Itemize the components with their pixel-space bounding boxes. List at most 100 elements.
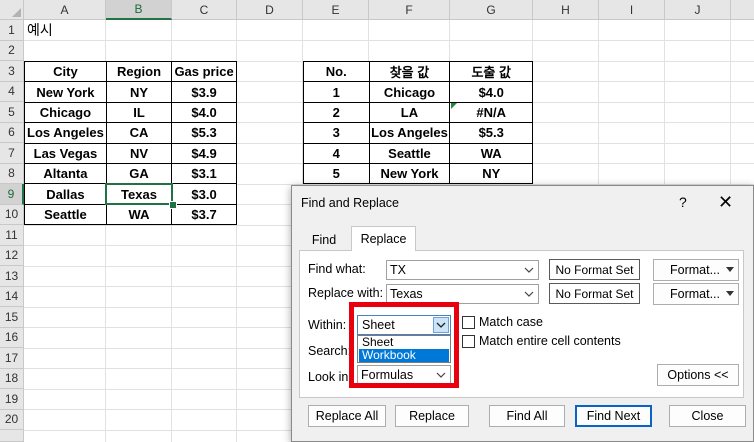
table-cell[interactable]: $5.3	[171, 122, 237, 144]
error-indicator-icon[interactable]	[451, 103, 457, 109]
row-header-2[interactable]: 2	[0, 40, 24, 61]
table-cell[interactable]: $3.0	[171, 183, 237, 205]
replace-with-input[interactable]: Texas	[386, 284, 539, 304]
row-header-1[interactable]: 1	[0, 20, 24, 41]
table-cell[interactable]: Los Angeles	[368, 122, 451, 144]
replace-button[interactable]: Replace	[395, 405, 469, 427]
table-cell[interactable]: IL	[105, 101, 173, 124]
table-cell[interactable]: 4	[303, 142, 370, 164]
fill-handle[interactable]	[169, 201, 177, 209]
row-header-6[interactable]: 6	[0, 122, 24, 143]
table-cell[interactable]: Seattle	[24, 203, 107, 226]
highlight-box	[349, 302, 459, 388]
close-icon[interactable]: ✕	[718, 192, 733, 212]
row-header-11[interactable]: 11	[0, 225, 24, 246]
column-header-a[interactable]: A	[24, 0, 106, 20]
row-header-21-partial[interactable]	[0, 430, 24, 442]
active-cell-b9[interactable]	[105, 183, 173, 205]
column-header-b[interactable]: B	[106, 0, 172, 20]
table-cell[interactable]: 5	[303, 162, 370, 185]
select-all-corner[interactable]	[0, 0, 24, 20]
table-cell[interactable]: NV	[105, 142, 173, 164]
header-cell[interactable]: 도출 값	[449, 60, 533, 83]
table-cell[interactable]: $4.9	[171, 142, 237, 164]
row-header-8[interactable]: 8	[0, 163, 24, 184]
header-cell[interactable]: Gas price	[171, 60, 237, 83]
table-cell[interactable]: WA	[105, 203, 173, 226]
table-cell[interactable]: WA	[449, 142, 533, 164]
column-header-h[interactable]: H	[533, 0, 599, 20]
table-cell[interactable]: Chicago	[368, 81, 451, 103]
table-cell[interactable]: $3.9	[171, 81, 237, 103]
column-header-k-partial[interactable]	[731, 0, 754, 20]
match-case-checkbox[interactable]	[462, 316, 475, 329]
row-header-14[interactable]: 14	[0, 286, 24, 307]
column-header-i[interactable]: I	[599, 0, 665, 20]
table-cell[interactable]: GA	[105, 162, 173, 185]
table-cell[interactable]: Chicago	[24, 101, 107, 124]
options-button[interactable]: Options <<	[657, 364, 739, 386]
table-cell[interactable]: 3	[303, 122, 370, 144]
row-header-15[interactable]: 15	[0, 307, 24, 328]
table-cell[interactable]: $4.0	[171, 101, 237, 124]
table-cell[interactable]: Dallas	[24, 183, 107, 205]
table-cell[interactable]: New York	[24, 81, 107, 103]
table-cell[interactable]: CA	[105, 122, 173, 144]
row-header-12[interactable]: 12	[0, 245, 24, 266]
chevron-down-icon[interactable]	[523, 288, 535, 300]
column-header-e[interactable]: E	[303, 0, 369, 20]
replace-format-button[interactable]: Format...	[653, 283, 739, 305]
table-cell[interactable]: Los Angeles	[24, 122, 107, 144]
match-entire-checkbox[interactable]	[462, 335, 475, 348]
close-button[interactable]: Close	[669, 405, 746, 427]
column-header-c[interactable]: C	[172, 0, 237, 20]
find-next-button[interactable]: Find Next	[575, 405, 652, 427]
table-cell[interactable]: $5.3	[449, 122, 533, 144]
table-cell[interactable]: $3.7	[171, 203, 237, 226]
chevron-down-icon[interactable]	[523, 264, 535, 276]
table-cell[interactable]: Seattle	[368, 142, 451, 164]
table-cell[interactable]: Las Vegas	[24, 142, 107, 164]
replace-with-label: Replace with:	[308, 286, 384, 300]
table-cell[interactable]: 1	[303, 81, 370, 103]
find-all-button[interactable]: Find All	[489, 405, 565, 427]
column-header-d[interactable]: D	[237, 0, 303, 20]
row-header-5[interactable]: 5	[0, 102, 24, 123]
table-cell[interactable]: LA	[368, 101, 451, 124]
row-header-13[interactable]: 13	[0, 266, 24, 287]
row-header-17[interactable]: 17	[0, 348, 24, 369]
header-cell[interactable]: 찾을 값	[368, 60, 451, 83]
table-cell[interactable]: $3.1	[171, 162, 237, 185]
find-format-button[interactable]: Format...	[653, 259, 739, 281]
column-header-j[interactable]: J	[665, 0, 731, 20]
row-header-20[interactable]: 20	[0, 409, 24, 430]
row-header-10[interactable]: 10	[0, 204, 24, 225]
row-header-3[interactable]: 3	[0, 61, 24, 82]
replace-all-button[interactable]: Replace All	[308, 405, 386, 427]
row-header-16[interactable]: 16	[0, 327, 24, 348]
row-header-18[interactable]: 18	[0, 368, 24, 389]
table-cell[interactable]: $4.0	[449, 81, 533, 103]
column-header-g[interactable]: G	[450, 0, 533, 20]
table-cell[interactable]: NY	[105, 81, 173, 103]
column-header-f[interactable]: F	[369, 0, 450, 20]
table-cell[interactable]: Altanta	[24, 162, 107, 185]
row-header-9[interactable]: 9	[0, 184, 24, 205]
table-cell[interactable]: NY	[449, 162, 533, 185]
row-header-7[interactable]: 7	[0, 143, 24, 164]
cell-a1[interactable]: 예시	[25, 20, 105, 40]
row-header-19[interactable]: 19	[0, 389, 24, 410]
tab-replace[interactable]: Replace	[351, 226, 416, 251]
header-cell[interactable]: Region	[105, 60, 173, 83]
row-header-4[interactable]: 4	[0, 81, 24, 102]
table-cell[interactable]: #N/A	[449, 101, 533, 124]
table-cell[interactable]: New York	[368, 162, 451, 185]
table-cell[interactable]: 2	[303, 101, 370, 124]
find-what-input[interactable]: TX	[386, 260, 539, 280]
tab-find[interactable]: Find	[299, 230, 349, 250]
table-row: 5 New York NY	[303, 162, 533, 185]
header-cell[interactable]: No.	[303, 60, 370, 83]
table-row: Chicago IL $4.0	[24, 101, 237, 124]
header-cell[interactable]: City	[24, 60, 107, 83]
help-icon[interactable]: ?	[679, 194, 687, 210]
